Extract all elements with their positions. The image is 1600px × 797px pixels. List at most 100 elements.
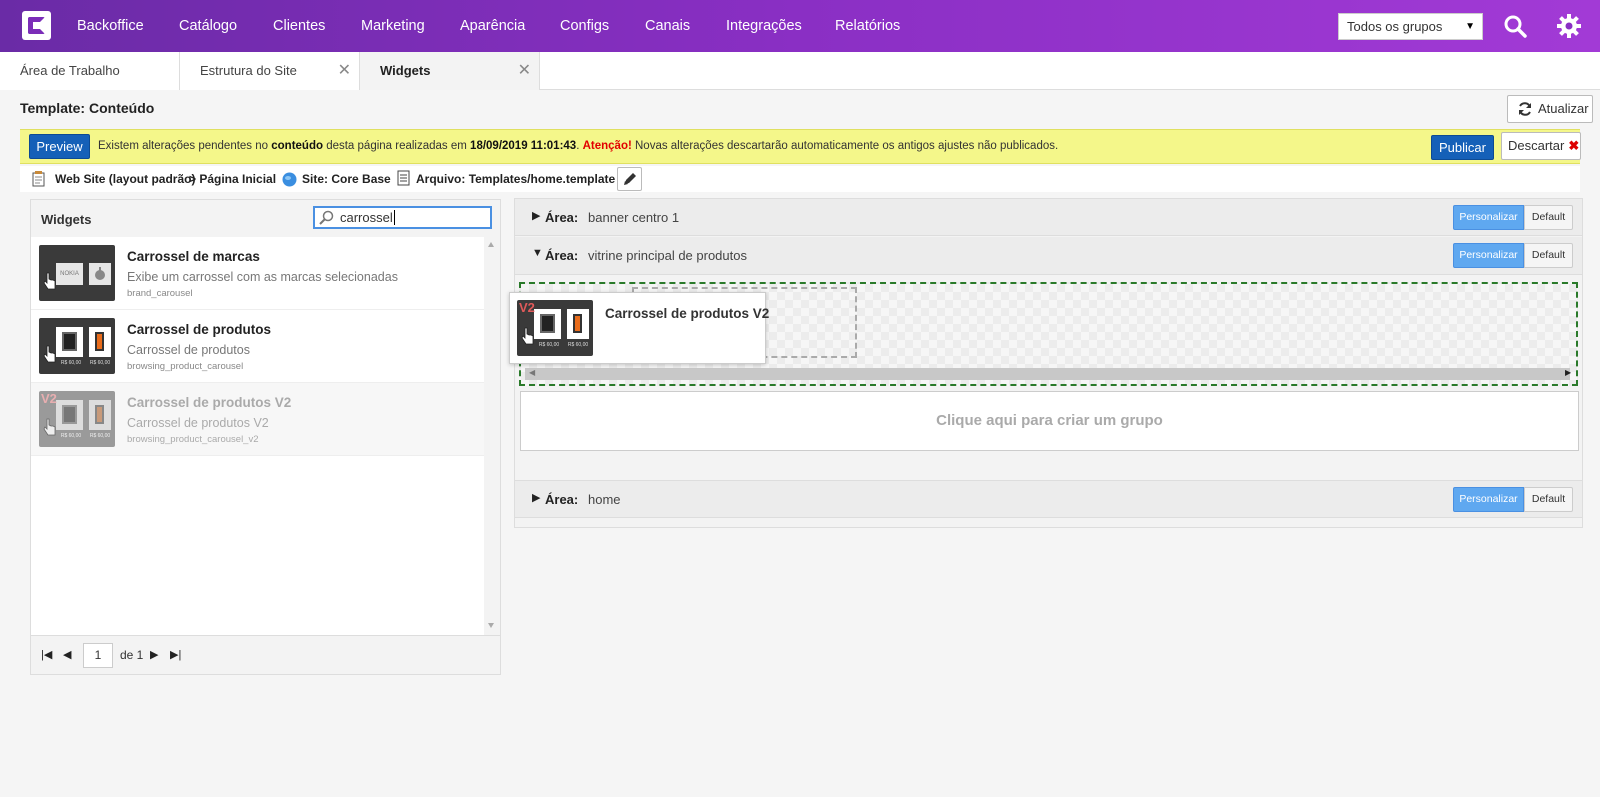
first-page-icon[interactable]: |◀ [41, 648, 52, 661]
phone-image [89, 400, 111, 430]
preview-button[interactable]: Preview [29, 134, 90, 159]
widget-item-brand-carousel[interactable]: NOKIA Carrossel de marcas Exibe um carro… [31, 237, 484, 310]
tab-widgets[interactable]: Widgets ✕ [360, 52, 540, 90]
scroll-left-icon[interactable]: ◀ [529, 368, 535, 377]
area-row-vitrine-principal[interactable]: ▼ Área: vitrine principal de produtos Pe… [515, 237, 1582, 275]
price-tag: R$ 60,00 [567, 342, 589, 348]
default-button[interactable]: Default [1524, 205, 1573, 230]
tab-label: Estrutura do Site [200, 63, 297, 78]
drop-zone-scrollbar[interactable] [525, 368, 1570, 380]
nav-item-configs[interactable]: Configs [560, 0, 609, 52]
crumb-page[interactable]: > Página Inicial [189, 166, 276, 192]
widgets-panel: Widgets carrossel NOKIA Carrossel de mar… [30, 199, 501, 675]
group-select[interactable]: Todos os grupos ▼ [1338, 13, 1483, 40]
widget-code: browsing_product_carousel_v2 [127, 434, 259, 445]
apple-logo-icon [89, 263, 111, 285]
nav-item-clientes[interactable]: Clientes [273, 0, 325, 52]
dragged-widget-ghost[interactable]: V2 R$ 60,00 R$ 60,00 Carrossel de produt… [509, 292, 769, 364]
gear-icon[interactable] [1557, 14, 1581, 38]
drag-hand-icon [43, 345, 56, 363]
price-tag: R$ 60,00 [538, 342, 560, 348]
group-select-value: Todos os grupos [1347, 19, 1443, 34]
discard-button[interactable]: Descartar ✖ [1501, 132, 1581, 160]
widget-item-product-carousel[interactable]: R$ 60,00 R$ 60,00 Carrossel de produtos … [31, 310, 484, 383]
product-carousel-v2-thumbnail: V2 R$ 60,00 R$ 60,00 [39, 391, 115, 447]
tab-area-de-trabalho[interactable]: Área de Trabalho [0, 52, 180, 90]
price-tag: R$ 60,00 [89, 433, 111, 439]
widget-list-scrollbar[interactable] [486, 240, 496, 630]
page-number-input[interactable]: 1 [83, 643, 113, 668]
close-icon[interactable]: ✕ [518, 52, 531, 90]
area-name: home [588, 492, 621, 507]
scroll-right-icon[interactable]: ▶ [1565, 368, 1571, 377]
page-count: de 1 [120, 648, 144, 662]
price-tag: R$ 60,00 [60, 433, 82, 439]
area-row-home[interactable]: ▶ Área: home Personalizar Default [515, 480, 1582, 518]
expand-arrow-icon[interactable]: ▶ [532, 491, 540, 504]
discard-label: Descartar [1508, 138, 1565, 153]
crumb-file: Arquivo: Templates/home.template [416, 166, 615, 192]
tab-label: Widgets [380, 63, 431, 78]
layout-icon [32, 171, 45, 187]
pencil-icon [624, 173, 636, 185]
nav-item-backoffice[interactable]: Backoffice [77, 0, 144, 52]
widget-name: Carrossel de marcas [127, 249, 260, 264]
last-page-icon[interactable]: ▶| [170, 648, 181, 661]
edit-file-button[interactable] [617, 167, 642, 191]
area-name: vitrine principal de produtos [588, 248, 747, 263]
widget-item-product-carousel-v2[interactable]: V2 R$ 60,00 R$ 60,00 Carrossel de produt… [31, 383, 484, 456]
refresh-button[interactable]: Atualizar [1507, 95, 1593, 123]
area-row-banner-centro-1[interactable]: ▶ Área: banner centro 1 Personalizar Def… [515, 199, 1582, 236]
brand-carousel-thumbnail: NOKIA [39, 245, 115, 301]
widget-search-input[interactable]: carrossel [313, 206, 492, 229]
collapse-arrow-icon[interactable]: ▼ [532, 247, 543, 259]
nav-item-canais[interactable]: Canais [645, 0, 690, 52]
personalize-button[interactable]: Personalizar [1453, 243, 1524, 268]
close-icon[interactable]: ✕ [338, 52, 351, 90]
price-tag: R$ 60,00 [60, 360, 82, 366]
personalize-button[interactable]: Personalizar [1453, 487, 1524, 512]
top-navbar: Backoffice Catálogo Clientes Marketing A… [0, 0, 1600, 52]
globe-icon [282, 172, 297, 187]
create-group-button[interactable]: Clique aqui para criar um grupo [520, 391, 1579, 451]
v2-badge: V2 [519, 300, 535, 315]
nav-item-integracoes[interactable]: Integrações [726, 0, 802, 52]
widget-list: NOKIA Carrossel de marcas Exibe um carro… [31, 237, 484, 635]
alert-warning: Atenção! [582, 140, 632, 152]
expand-arrow-icon[interactable]: ▶ [532, 209, 540, 222]
widgets-title: Widgets [41, 212, 92, 227]
personalize-button[interactable]: Personalizar [1453, 205, 1524, 230]
publish-button[interactable]: Publicar [1431, 135, 1494, 160]
pagination: |◀ ◀ 1 de 1 ▶ ▶| [31, 635, 500, 674]
area-label: Área: [545, 492, 579, 507]
drag-hand-icon [43, 272, 56, 290]
dropdown-arrow-icon: ▼ [1465, 21, 1475, 32]
crumb-layout-text: Web Site (layout padrão) [55, 172, 196, 186]
widget-code: browsing_product_carousel [127, 361, 244, 372]
tablet-image [534, 309, 561, 339]
default-button[interactable]: Default [1524, 487, 1573, 512]
phone-image [567, 309, 589, 339]
prev-page-icon[interactable]: ◀ [63, 648, 71, 661]
breadcrumb: Web Site (layout padrão) > Página Inicia… [20, 166, 1580, 192]
crumb-page-text: > Página Inicial [189, 172, 277, 186]
phone-image [89, 327, 111, 357]
nav-item-relatorios[interactable]: Relatórios [835, 0, 900, 52]
tab-estrutura-do-site[interactable]: Estrutura do Site ✕ [180, 52, 360, 90]
area-label: Área: [545, 248, 579, 263]
crumb-file-value: Templates/home.template [468, 172, 616, 186]
widget-description: Carrossel de produtos V2 [127, 416, 269, 430]
price-tag: R$ 60,00 [89, 360, 111, 366]
refresh-label: Atualizar [1538, 101, 1589, 116]
nav-item-catalogo[interactable]: Catálogo [179, 0, 237, 52]
search-icon[interactable] [1503, 14, 1527, 38]
default-button[interactable]: Default [1524, 243, 1573, 268]
alert-bold-1: conteúdo [271, 140, 323, 152]
next-page-icon[interactable]: ▶ [150, 648, 158, 661]
app-logo[interactable] [22, 11, 51, 40]
nav-item-aparencia[interactable]: Aparência [460, 0, 525, 52]
search-icon [319, 210, 334, 225]
nav-item-marketing[interactable]: Marketing [361, 0, 425, 52]
tab-label: Área de Trabalho [20, 63, 120, 78]
crumb-site: Site: Core Base [302, 166, 391, 192]
